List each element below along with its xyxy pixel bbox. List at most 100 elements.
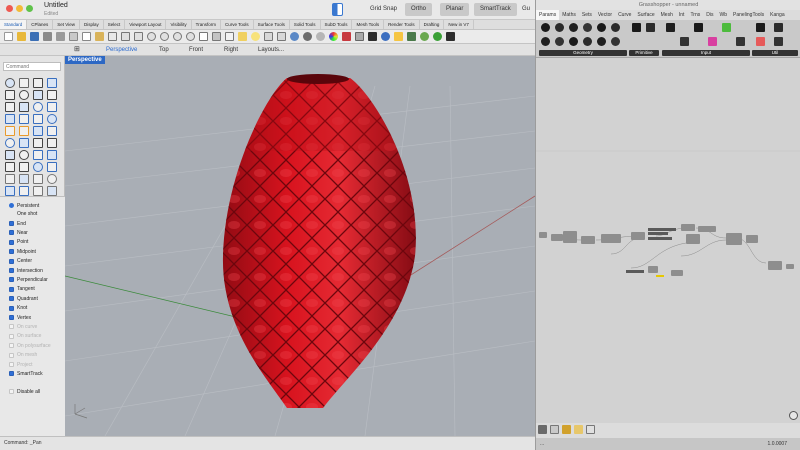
properties-icon[interactable] bbox=[264, 32, 273, 41]
gh-tab-panelingtools[interactable]: PanelingTools bbox=[730, 10, 767, 20]
arc-icon[interactable] bbox=[19, 90, 29, 100]
revolve-icon[interactable] bbox=[33, 126, 43, 136]
tab-new-in-v7[interactable]: New in V7 bbox=[444, 20, 474, 29]
extrude-icon[interactable] bbox=[5, 126, 15, 136]
tab-mesh-tools[interactable]: Mesh Tools bbox=[352, 20, 385, 29]
gh-tab-params[interactable]: Params bbox=[536, 10, 560, 20]
osnap-quadrant[interactable]: Quadrant bbox=[9, 294, 38, 303]
gh-line-icon[interactable] bbox=[555, 37, 564, 46]
gh-group-input[interactable]: Input bbox=[662, 50, 750, 56]
tab-transform[interactable]: Transform bbox=[192, 20, 221, 29]
shaded-icon[interactable] bbox=[290, 32, 299, 41]
fillet-icon[interactable] bbox=[33, 102, 43, 112]
zoom-selected-icon[interactable] bbox=[186, 32, 195, 41]
gh-tab-wb[interactable]: Wb bbox=[717, 10, 731, 20]
loft-icon[interactable] bbox=[19, 126, 29, 136]
gumball-button[interactable]: Gu bbox=[520, 3, 532, 16]
copy-icon[interactable] bbox=[82, 32, 91, 41]
gh-field-icon[interactable] bbox=[597, 23, 606, 32]
tab-curve-tools[interactable]: Curve Tools bbox=[221, 20, 254, 29]
viewtab-top[interactable]: Top bbox=[153, 45, 175, 55]
circle-icon[interactable] bbox=[5, 90, 15, 100]
osnap-vertex[interactable]: Vertex bbox=[9, 313, 31, 322]
tab-standard[interactable]: Standard bbox=[0, 20, 28, 29]
analyze-icon[interactable] bbox=[47, 174, 57, 184]
freeform-icon[interactable] bbox=[19, 102, 29, 112]
gh-colour-icon[interactable] bbox=[646, 23, 655, 32]
osnap-midpoint[interactable]: Midpoint bbox=[9, 247, 36, 256]
gh-value-list-icon[interactable] bbox=[708, 37, 717, 46]
gh-wire-icon[interactable] bbox=[550, 425, 559, 434]
osnap-perpendicular[interactable]: Perpendicular bbox=[9, 275, 48, 284]
viewport-label[interactable]: Perspective bbox=[65, 56, 105, 64]
pan-icon[interactable] bbox=[121, 32, 130, 41]
mirror-icon[interactable] bbox=[19, 162, 29, 172]
copy-icon[interactable] bbox=[33, 150, 43, 160]
align-icon[interactable] bbox=[47, 162, 57, 172]
osnap-near[interactable]: Near bbox=[9, 228, 28, 237]
gh-note-icon[interactable] bbox=[574, 425, 583, 434]
cplane-icon[interactable] bbox=[277, 32, 286, 41]
lock-icon[interactable] bbox=[238, 32, 247, 41]
gh-toggle-icon[interactable] bbox=[694, 23, 703, 32]
gh-image-icon[interactable] bbox=[736, 37, 745, 46]
new-file-icon[interactable] bbox=[4, 32, 13, 41]
command-input[interactable] bbox=[3, 62, 61, 71]
rotate-icon[interactable] bbox=[47, 150, 57, 160]
surface-icon[interactable] bbox=[47, 114, 57, 124]
osnap-project[interactable]: Project bbox=[9, 360, 33, 369]
osnap-on-polysurface[interactable]: On polysurface bbox=[9, 341, 51, 350]
viewtab-perspective[interactable]: Perspective bbox=[100, 45, 143, 55]
gh-gradient-icon[interactable] bbox=[722, 23, 731, 32]
gh-tab-trns[interactable]: Trns bbox=[687, 10, 703, 20]
offset-icon[interactable] bbox=[47, 102, 57, 112]
gh-mesh-icon[interactable] bbox=[569, 37, 578, 46]
gh-preview-icon[interactable] bbox=[538, 425, 547, 434]
color-wheel-icon[interactable] bbox=[329, 32, 338, 41]
osnap-end[interactable]: End bbox=[9, 219, 26, 228]
tab-viewport-layout[interactable]: Viewport Layout bbox=[125, 20, 167, 29]
gh-tab-curve[interactable]: Curve bbox=[615, 10, 634, 20]
tab-display[interactable]: Display bbox=[80, 20, 104, 29]
ortho-button[interactable]: Ortho bbox=[405, 3, 433, 16]
tab-render-tools[interactable]: Render Tools bbox=[384, 20, 420, 29]
sphere-icon[interactable] bbox=[19, 114, 29, 124]
tab-set-view[interactable]: Set View bbox=[53, 20, 80, 29]
rotate-view-icon[interactable] bbox=[134, 32, 143, 41]
gh-tab-int[interactable]: Int bbox=[676, 10, 688, 20]
gh-tab-surface[interactable]: Surface bbox=[634, 10, 657, 20]
grid-snap-button[interactable]: Grid Snap bbox=[364, 3, 403, 16]
gh-tab-sets[interactable]: Sets bbox=[579, 10, 595, 20]
gh-plane-icon[interactable] bbox=[583, 37, 592, 46]
persistent-radio[interactable] bbox=[9, 203, 14, 208]
perspective-viewport[interactable]: Perspective bbox=[65, 56, 535, 436]
osnap-tangent[interactable]: Tangent bbox=[9, 285, 35, 294]
osnap-point[interactable]: Point bbox=[9, 238, 28, 247]
open-file-icon[interactable] bbox=[17, 32, 26, 41]
checkbox[interactable] bbox=[9, 239, 14, 245]
mesh-icon[interactable] bbox=[5, 186, 15, 196]
close-window-button[interactable] bbox=[6, 5, 13, 12]
four-views-icon[interactable] bbox=[199, 32, 208, 41]
osnap-on-surface[interactable]: On surface bbox=[9, 332, 41, 341]
checkbox[interactable] bbox=[9, 268, 14, 273]
zoom-window-button[interactable] bbox=[26, 5, 33, 12]
select-arrow-icon[interactable] bbox=[5, 78, 15, 88]
osnap-smarttrack[interactable]: SmartTrack bbox=[9, 369, 43, 378]
gh-jump-icon[interactable] bbox=[774, 23, 783, 32]
rendered-icon[interactable] bbox=[303, 32, 312, 41]
gh-tab-kanga[interactable]: Kanga bbox=[767, 10, 787, 20]
tab-cplanes[interactable]: CPlanes bbox=[27, 20, 54, 29]
gh-relay-icon[interactable] bbox=[756, 23, 765, 32]
zoom-window-icon[interactable] bbox=[160, 32, 169, 41]
light-icon[interactable] bbox=[394, 32, 403, 41]
tab-visibility[interactable]: Visibility bbox=[166, 20, 192, 29]
gh-panel-icon[interactable] bbox=[666, 23, 675, 32]
gh-cluster-icon[interactable] bbox=[756, 37, 765, 46]
gh-group-geometry[interactable]: Geometry bbox=[539, 50, 627, 56]
block-icon[interactable] bbox=[47, 186, 57, 196]
disable-all-checkbox[interactable]: Disable all bbox=[9, 387, 40, 396]
text-icon[interactable] bbox=[19, 174, 29, 184]
hatch-icon[interactable] bbox=[33, 174, 43, 184]
material-icon[interactable] bbox=[316, 32, 325, 41]
